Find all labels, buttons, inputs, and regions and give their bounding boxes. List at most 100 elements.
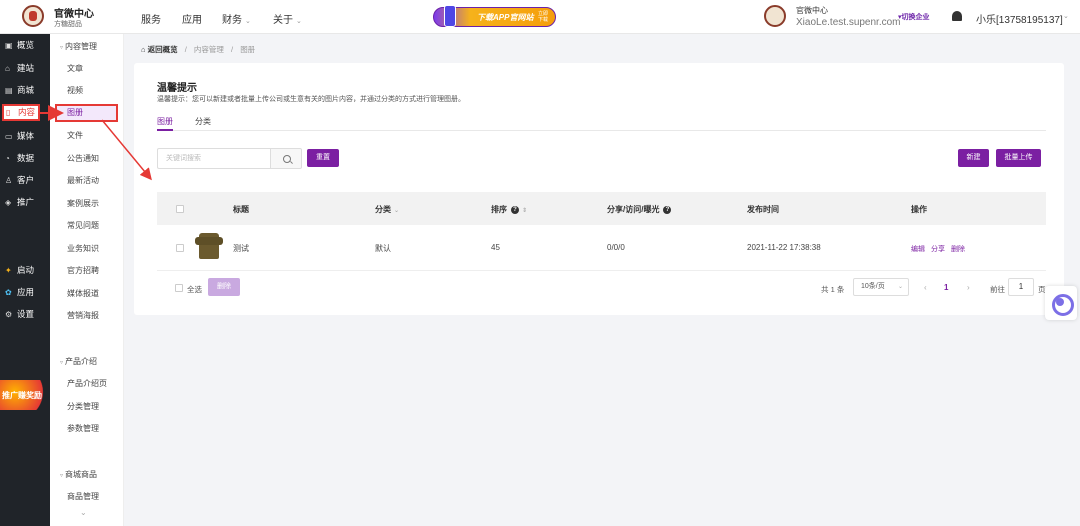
subgroup-content-management[interactable]: ▿ 内容管理 (60, 41, 97, 52)
tag-icon: ◈ (5, 198, 12, 207)
subitem-notices[interactable]: 公告通知 (67, 153, 99, 164)
sidebar-item-media[interactable]: ▭ 媒体 (0, 126, 50, 146)
goto-label: 前往 (990, 285, 1005, 294)
footer-select-all-checkbox[interactable] (175, 284, 183, 292)
goto-page-input[interactable]: 1 (1008, 278, 1034, 296)
album-card: 温馨提示 温馨提示：您可以新建或者批量上传公司或生意有关的图片内容，并通过分类的… (134, 63, 1064, 315)
subitem-videos[interactable]: 视频 (67, 85, 83, 96)
sidebar-item-launch[interactable]: ✦ 启动 (0, 260, 50, 280)
shop-icon: ▤ (5, 86, 13, 95)
header-ops: 操作 (911, 205, 927, 214)
nav-item-apps[interactable]: 应用 (182, 11, 202, 26)
user-icon: ♙ (5, 176, 13, 185)
reset-button[interactable]: 重置 (307, 149, 339, 167)
prev-page-button[interactable]: ‹ (924, 283, 927, 292)
download-app-banner[interactable]: 下载APP官网站 立即下载 (433, 5, 556, 27)
header-sort[interactable]: 排序? ⇕ (491, 204, 527, 215)
subgroup-shop-goods[interactable]: ▿ 商城商品 (60, 469, 97, 480)
page-size-select[interactable]: 10条/页 ⌄ (853, 278, 909, 296)
org-avatar[interactable] (764, 5, 786, 27)
chevron-down-icon: ⌄ (394, 208, 400, 214)
user-menu[interactable]: 小乐[13758195137] (976, 11, 1063, 26)
row-checkbox[interactable] (176, 244, 184, 252)
brand-logo[interactable] (22, 5, 44, 27)
phone-icon (444, 5, 456, 27)
chevron-down-icon[interactable]: ⌄ (80, 508, 87, 517)
edit-link[interactable]: 编辑 (911, 246, 925, 253)
header-category[interactable]: 分类 ⌄ (375, 204, 399, 215)
subitem-product-page[interactable]: 产品介绍页 (67, 378, 107, 389)
sidebar-item-site[interactable]: ⌂ 建站 (0, 58, 50, 78)
subitem-goods-management[interactable]: 商品管理 (67, 491, 99, 502)
breadcrumb-back[interactable]: 返回概览 (148, 45, 178, 54)
table-header: 标题 分类 ⌄ 排序? ⇕ 分享/访问/曝光? 发布时间 操作 (157, 192, 1046, 225)
row-time: 2021-11-22 17:38:38 (747, 243, 821, 252)
table-row: 测试 默认 45 0/0/0 2021-11-22 17:38:38 编辑 分享删… (157, 225, 1046, 271)
next-page-button[interactable]: › (967, 283, 970, 292)
select-all-label[interactable]: 全选 (187, 284, 202, 295)
share-link[interactable]: 分享 (931, 246, 945, 253)
bell-icon[interactable] (952, 11, 962, 21)
chevron-down-icon[interactable]: ⌄ (1063, 12, 1069, 20)
sidebar-item-promotion[interactable]: ◈ 推广 (0, 192, 50, 212)
tab-categories[interactable]: 分类 (195, 116, 211, 127)
header-stats: 分享/访问/曝光? (607, 204, 672, 215)
sidebar-item-customers[interactable]: ♙ 客户 (0, 170, 50, 190)
tip-text: 温馨提示：您可以新建或者批量上传公司或生意有关的图片内容，并通过分类的方式进行管… (157, 96, 465, 103)
search-input[interactable]: 关键词搜索 (157, 148, 270, 169)
home-icon: ⌂ (141, 45, 148, 54)
nav-item-about[interactable]: 关于 ⌄ (273, 11, 302, 26)
top-bar: 官微中心 方糖甜品 服务 应用 财务 ⌄ 关于 ⌄ 下载APP官网站 立即下载 官微… (0, 0, 1080, 34)
nav-item-services[interactable]: 服务 (141, 11, 161, 26)
page-number[interactable]: 1 (944, 283, 948, 292)
subgroup-product-intro[interactable]: ▿ 产品介绍 (60, 356, 97, 367)
delete-link[interactable]: 删除 (951, 246, 965, 253)
subitem-albums[interactable]: 图册 (55, 104, 118, 122)
batch-upload-button[interactable]: 批量上传 (996, 149, 1041, 167)
org-domain: XiaoLe.test.supenr.com (796, 17, 901, 28)
subitem-faq[interactable]: 常见问题 (67, 220, 99, 231)
subitem-press[interactable]: 媒体报道 (67, 288, 99, 299)
sidebar-item-data[interactable]: ◔ 数据 (0, 148, 50, 168)
chevron-down-icon: ⌄ (245, 18, 251, 25)
chevron-down-icon: ⌄ (897, 284, 903, 290)
help-icon: ? (663, 205, 672, 214)
nav-item-finance[interactable]: 财务 ⌄ (222, 11, 251, 26)
tab-divider (157, 130, 1046, 131)
subitem-category-management[interactable]: 分类管理 (67, 401, 99, 412)
sidebar-item-apps[interactable]: ✿ 应用 (0, 282, 50, 302)
document-icon: ▯ (6, 108, 11, 117)
sidebar-item-shop[interactable]: ▤ 商城 (0, 80, 50, 100)
chevron-down-icon: ⌄ (296, 18, 302, 25)
media-icon: ▭ (5, 132, 13, 141)
switch-org-button[interactable]: ▾切换企业 (898, 12, 930, 22)
subitem-files[interactable]: 文件 (67, 130, 83, 141)
row-title[interactable]: 测试 (233, 243, 249, 254)
subitem-articles[interactable]: 文章 (67, 63, 83, 74)
sidebar-item-content[interactable]: ▯ 内容 (2, 104, 40, 121)
chevron-down-icon: ▿ (60, 360, 64, 366)
sub-sidebar: ▿ 内容管理 文章 视频 图册 文件 公告通知 最新活动 案例展示 常见问题 业务… (50, 34, 124, 526)
tab-albums[interactable]: 图册 (157, 116, 173, 127)
promo-badge[interactable]: 推广赚奖励 (0, 380, 50, 410)
subitem-posters[interactable]: 营销海报 (67, 310, 99, 321)
bulk-delete-button[interactable]: 删除 (208, 278, 240, 296)
main-sidebar: ▣ 概览 ⌂ 建站 ▤ 商城 ▯ 内容 ▭ 媒体 ◔ 数据 ♙ 客户 ◈ 推广 ✦ 启动 ✿ 应用 … (0, 34, 50, 526)
select-all-checkbox[interactable] (176, 205, 184, 213)
breadcrumb: ⌂ 返回概览 / 内容管理 / 图册 (141, 45, 256, 54)
header-title: 标题 (233, 205, 249, 214)
subitem-events[interactable]: 最新活动 (67, 175, 99, 186)
album-thumbnail[interactable] (195, 233, 223, 259)
customer-service-icon[interactable] (1045, 286, 1077, 320)
sidebar-item-settings[interactable]: ⚙ 设置 (0, 304, 50, 324)
org-name: 官微中心 (796, 6, 828, 15)
search-icon[interactable] (270, 148, 302, 169)
sidebar-item-overview[interactable]: ▣ 概览 (0, 35, 50, 55)
subitem-parameter-management[interactable]: 参数管理 (67, 423, 99, 434)
new-button[interactable]: 新建 (958, 149, 989, 167)
subitem-knowledge[interactable]: 业务知识 (67, 243, 99, 254)
chart-icon: ◔ (5, 154, 10, 163)
subitem-recruitment[interactable]: 官方招聘 (67, 265, 99, 276)
subitem-cases[interactable]: 案例展示 (67, 198, 99, 209)
breadcrumb-parent[interactable]: 内容管理 (194, 45, 224, 54)
